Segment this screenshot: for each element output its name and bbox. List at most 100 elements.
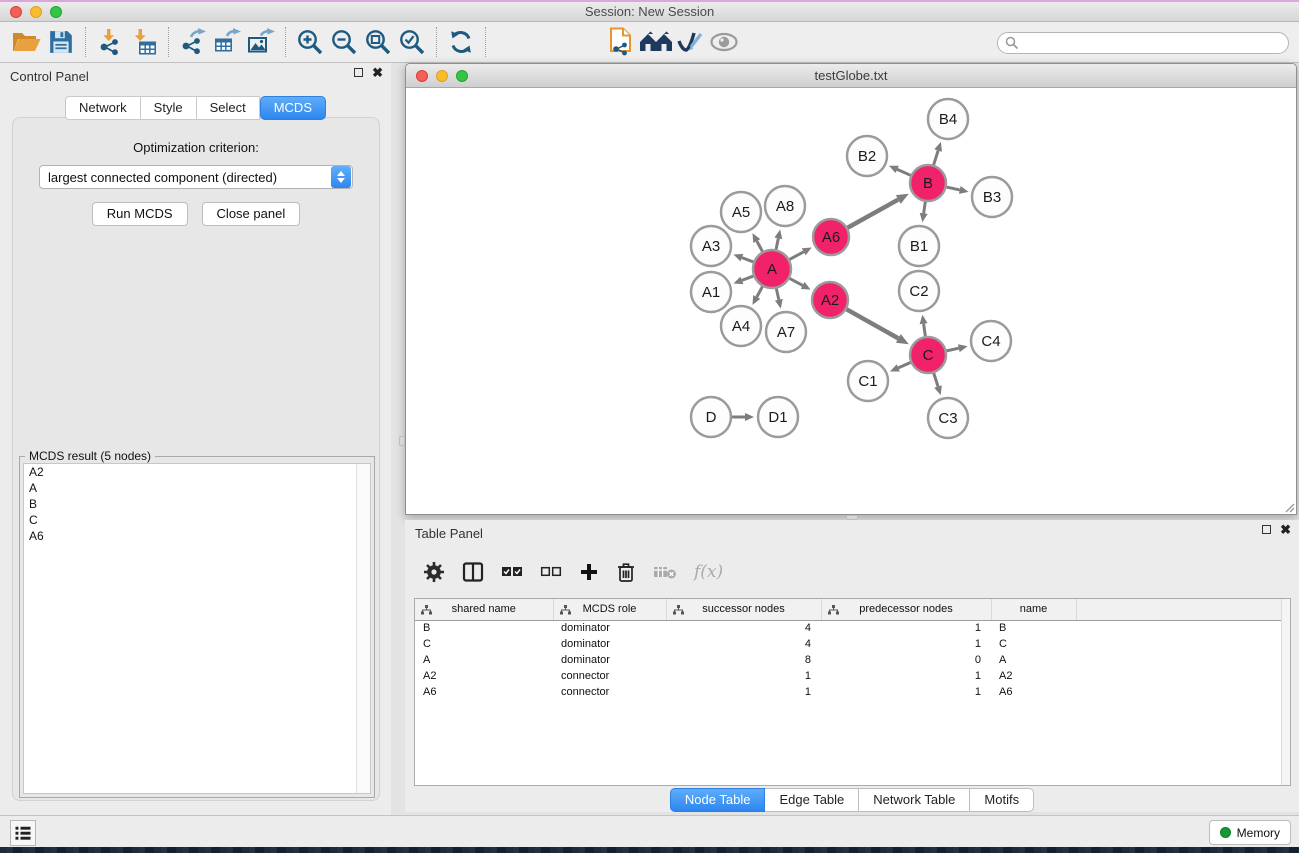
result-item[interactable]: A2 — [24, 464, 370, 480]
edge-A2-C[interactable] — [847, 309, 899, 338]
tab-style[interactable]: Style — [141, 96, 197, 120]
minimize-window-icon[interactable] — [30, 6, 42, 18]
apply-style-button[interactable] — [673, 25, 707, 59]
open-session-button[interactable] — [10, 25, 44, 59]
close-network-icon[interactable] — [416, 70, 428, 82]
search-field[interactable] — [997, 32, 1289, 54]
minimize-network-icon[interactable] — [436, 70, 448, 82]
criterion-dropdown[interactable]: largest connected component (directed) — [39, 165, 353, 189]
edge-C-C3[interactable] — [934, 373, 938, 386]
table-cell[interactable]: dominator — [553, 636, 666, 652]
column-header-predecessor-nodes[interactable]: predecessor nodes — [821, 599, 991, 620]
result-item[interactable]: C — [24, 512, 370, 528]
table-cell[interactable]: A6 — [991, 684, 1076, 700]
delete-column-button[interactable] — [616, 561, 636, 583]
delete-table-button[interactable] — [653, 564, 677, 580]
edge-A-A5[interactable] — [757, 241, 763, 251]
network-canvas[interactable]: B4B2BB3A8A5A6A3B1AA1C2A2A4A7C4CC1DD1C3 — [406, 88, 1296, 514]
table-cell[interactable]: A2 — [415, 668, 553, 684]
column-header-MCDS-role[interactable]: MCDS role — [553, 599, 666, 620]
edge-A-A2[interactable] — [790, 278, 803, 285]
network-graph[interactable]: B4B2BB3A8A5A6A3B1AA1C2A2A4A7C4CC1DD1C3 — [406, 88, 1296, 514]
export-table-button[interactable] — [210, 25, 244, 59]
float-panel-icon[interactable] — [354, 68, 363, 77]
table-header-row[interactable]: shared nameMCDS rolesuccessor nodesprede… — [415, 599, 1283, 620]
float-table-panel-icon[interactable] — [1262, 525, 1271, 534]
task-history-button[interactable] — [10, 820, 36, 846]
refresh-button[interactable] — [444, 25, 478, 59]
tab-node-table[interactable]: Node Table — [670, 788, 766, 812]
close-table-panel-icon[interactable]: ✖ — [1280, 525, 1291, 534]
resize-grip-icon[interactable] — [1283, 501, 1295, 513]
edge-C-C2[interactable] — [924, 324, 926, 337]
tab-mcds[interactable]: MCDS — [260, 96, 326, 120]
add-column-button[interactable] — [579, 562, 599, 582]
maximize-window-icon[interactable] — [50, 6, 62, 18]
deselect-all-button[interactable] — [540, 565, 562, 579]
table-row[interactable]: A6connector11A6 — [415, 684, 1283, 700]
save-session-button[interactable] — [44, 25, 78, 59]
result-list-scrollbar[interactable] — [356, 464, 370, 793]
table-scrollbar[interactable] — [1281, 599, 1290, 785]
export-network-button[interactable] — [176, 25, 210, 59]
home-layout-button[interactable] — [639, 25, 673, 59]
table-cell[interactable]: A — [991, 652, 1076, 668]
close-window-icon[interactable] — [10, 6, 22, 18]
tab-network[interactable]: Network — [65, 96, 141, 120]
network-window-titlebar[interactable]: testGlobe.txt — [406, 64, 1296, 88]
column-header-successor-nodes[interactable]: successor nodes — [666, 599, 821, 620]
table-cell[interactable]: connector — [553, 684, 666, 700]
edge-A-A6[interactable] — [790, 252, 804, 260]
show-graphics-button[interactable] — [707, 25, 741, 59]
table-cell[interactable]: 4 — [666, 636, 821, 652]
edge-B-B1[interactable] — [924, 202, 926, 214]
close-panel-button[interactable]: Close panel — [202, 202, 301, 226]
table-cell[interactable]: B — [991, 620, 1076, 636]
result-item[interactable]: B — [24, 496, 370, 512]
memory-button[interactable]: Memory — [1209, 820, 1291, 845]
table-row[interactable]: Cdominator41C — [415, 636, 1283, 652]
table-cell[interactable]: 1 — [821, 668, 991, 684]
tab-motifs[interactable]: Motifs — [970, 788, 1034, 812]
edge-C-C1[interactable] — [898, 363, 910, 368]
table-row[interactable]: A2connector11A2 — [415, 668, 1283, 684]
zoom-out-button[interactable] — [327, 25, 361, 59]
maximize-network-icon[interactable] — [456, 70, 468, 82]
table-cell[interactable]: dominator — [553, 620, 666, 636]
zoom-in-button[interactable] — [293, 25, 327, 59]
table-cell[interactable]: C — [991, 636, 1076, 652]
mcds-result-list[interactable]: A2ABCA6 — [23, 463, 371, 794]
function-builder-button[interactable]: f(x) — [694, 562, 723, 582]
vertical-splitter-handle[interactable] — [399, 436, 405, 446]
clone-network-button[interactable] — [605, 25, 639, 59]
edge-A-A7[interactable] — [776, 289, 779, 300]
close-panel-icon[interactable]: ✖ — [372, 68, 383, 77]
node-table-grid[interactable]: shared nameMCDS rolesuccessor nodesprede… — [415, 599, 1284, 700]
table-row[interactable]: Adominator80A — [415, 652, 1283, 668]
edge-A6-B[interactable] — [848, 200, 899, 228]
table-cell[interactable]: 0 — [821, 652, 991, 668]
table-cell[interactable]: A — [415, 652, 553, 668]
table-settings-button[interactable] — [423, 561, 445, 583]
table-row[interactable]: Bdominator41B — [415, 620, 1283, 636]
table-cell[interactable]: 8 — [666, 652, 821, 668]
edge-C-C4[interactable] — [947, 348, 959, 351]
edge-A-A1[interactable] — [742, 276, 753, 280]
import-network-button[interactable] — [93, 25, 127, 59]
column-header-shared-name[interactable]: shared name — [415, 599, 553, 620]
table-cell[interactable]: connector — [553, 668, 666, 684]
result-item[interactable]: A6 — [24, 528, 370, 544]
tab-select[interactable]: Select — [197, 96, 260, 120]
table-cell[interactable]: A6 — [415, 684, 553, 700]
result-item[interactable]: A — [24, 480, 370, 496]
table-cell[interactable]: 1 — [821, 684, 991, 700]
table-cell[interactable]: dominator — [553, 652, 666, 668]
table-cell[interactable]: 1 — [666, 668, 821, 684]
zoom-selected-button[interactable] — [395, 25, 429, 59]
table-cell[interactable]: C — [415, 636, 553, 652]
zoom-fit-button[interactable] — [361, 25, 395, 59]
select-all-button[interactable] — [501, 565, 523, 579]
search-input[interactable] — [1019, 34, 1288, 52]
tab-network-table[interactable]: Network Table — [859, 788, 970, 812]
edge-A-A8[interactable] — [776, 238, 778, 249]
